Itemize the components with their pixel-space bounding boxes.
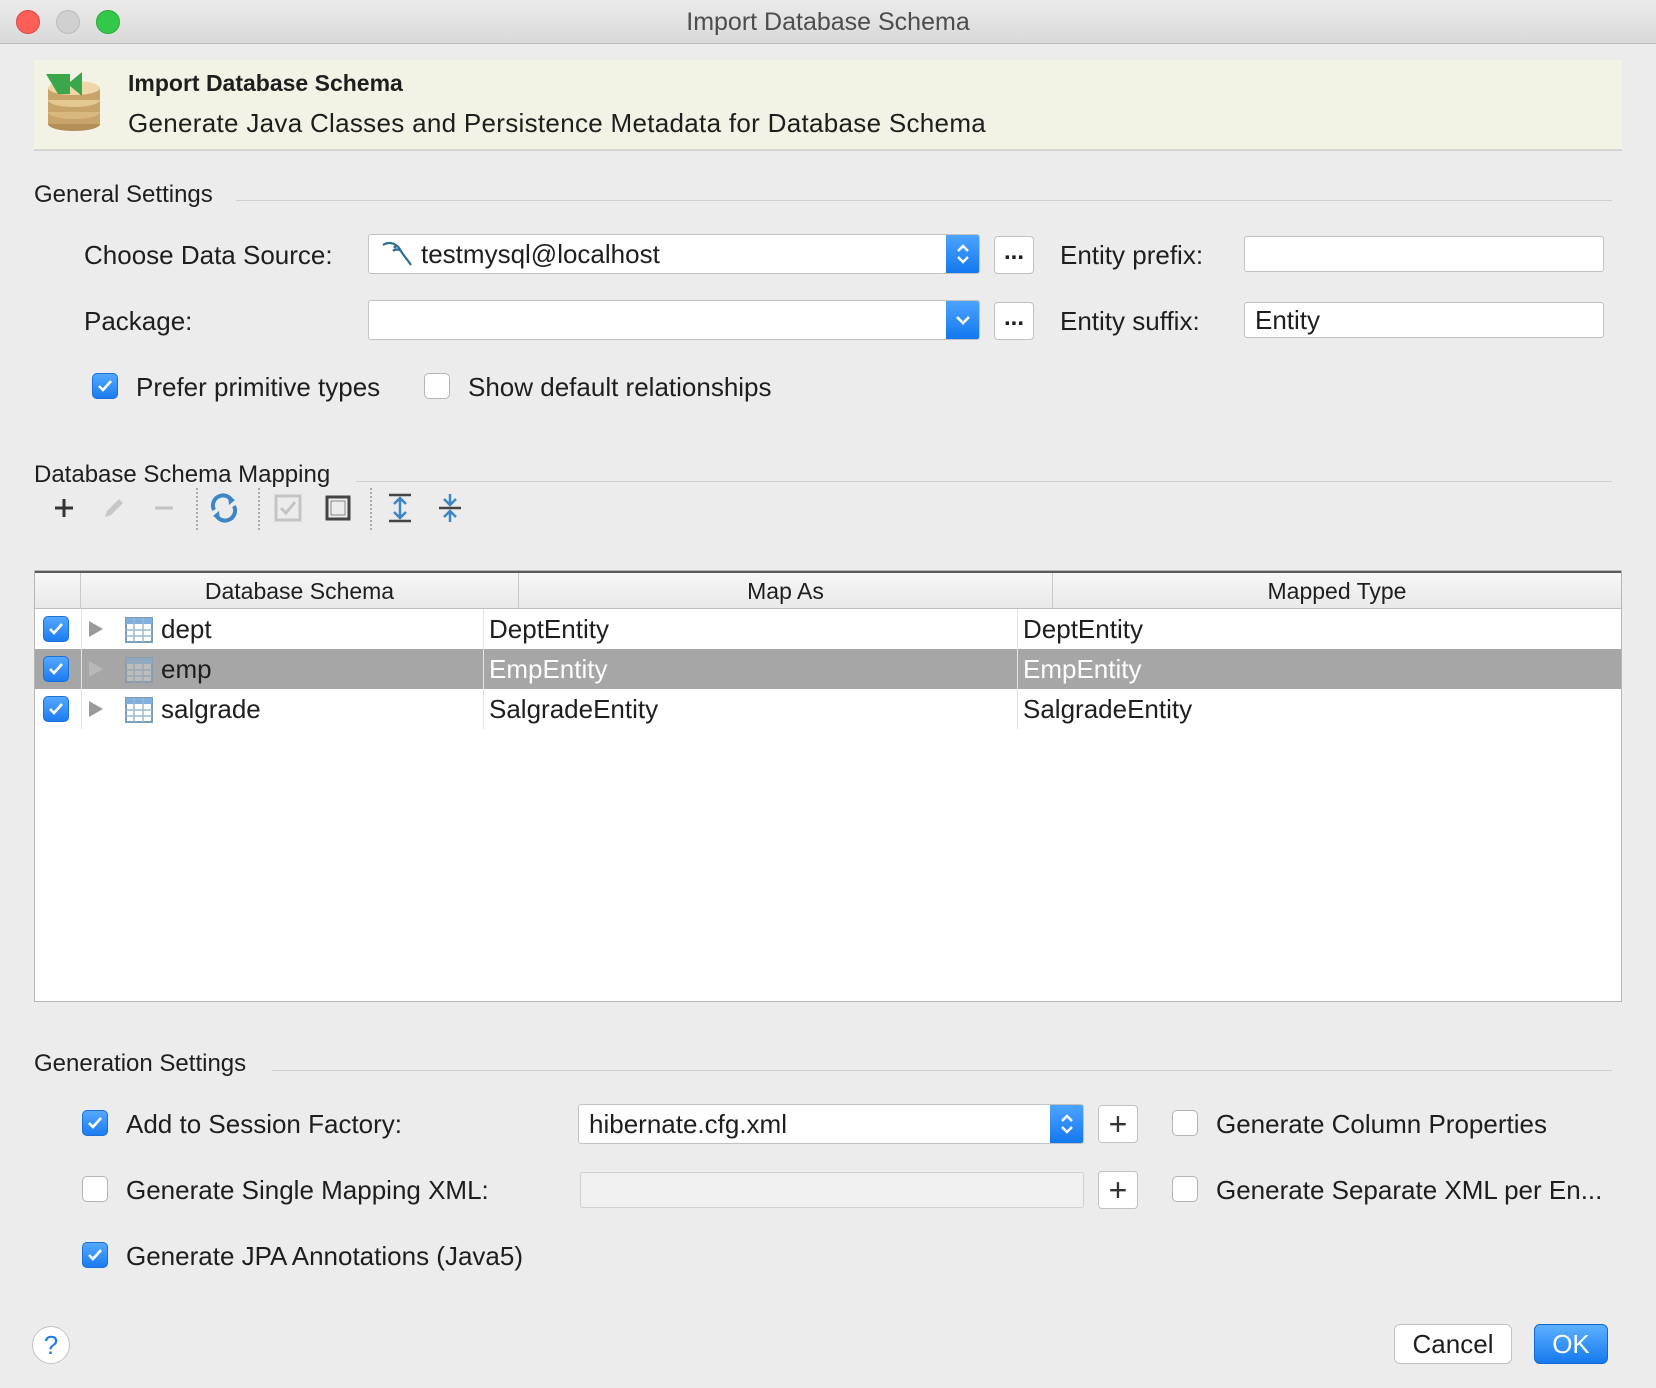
add-session-factory-checkbox[interactable] [82, 1110, 108, 1136]
section-divider [272, 1070, 1612, 1071]
map-as-value[interactable]: SalgradeEntity [489, 689, 658, 729]
expand-arrow-icon[interactable] [89, 701, 103, 717]
column-divider [1017, 609, 1018, 729]
entity-prefix-input[interactable] [1244, 236, 1604, 272]
column-divider [81, 609, 82, 729]
checkmark-icon [98, 380, 112, 392]
browse-data-source-button[interactable]: ... [994, 236, 1034, 274]
table-icon [125, 657, 153, 688]
column-divider [483, 609, 484, 729]
header-banner: Import Database Schema Generate Java Cla… [34, 60, 1622, 151]
toolbar-separator [370, 488, 372, 530]
cancel-button[interactable]: Cancel [1394, 1324, 1512, 1364]
add-session-factory-label: Add to Session Factory: [126, 1109, 403, 1139]
package-label: Package: [84, 306, 193, 336]
schema-name: dept [161, 614, 212, 644]
schema-mapping-table[interactable]: Database Schema Map As Mapped Type dept … [34, 570, 1622, 1002]
mapped-type-value[interactable]: DeptEntity [1023, 609, 1143, 649]
help-button[interactable]: ? [32, 1326, 70, 1364]
select-all-icon[interactable] [270, 490, 306, 526]
table-icon [125, 617, 153, 648]
expand-all-icon[interactable] [382, 490, 418, 526]
map-as-value[interactable]: EmpEntity [489, 649, 608, 689]
window-title: Import Database Schema [686, 8, 970, 36]
checkbox-column-header [35, 573, 81, 609]
checkmark-icon [49, 703, 63, 715]
collapse-all-icon[interactable] [432, 490, 468, 526]
separate-xml-label: Generate Separate XML per En... [1216, 1175, 1603, 1205]
mapped-type-value[interactable]: EmpEntity [1023, 649, 1142, 689]
toolbar-separator [196, 488, 198, 530]
column-header-map-as[interactable]: Map As [519, 573, 1053, 609]
import-schema-dialog: Import Database Schema Import Database S… [0, 0, 1656, 1388]
browse-package-button[interactable]: ... [994, 302, 1034, 340]
expand-arrow-icon[interactable] [89, 621, 103, 637]
generation-settings-title: Generation Settings [34, 1050, 247, 1077]
single-mapping-xml-input[interactable] [580, 1172, 1084, 1208]
single-mapping-xml-checkbox[interactable] [82, 1176, 108, 1202]
entity-prefix-label: Entity prefix: [1060, 240, 1204, 270]
column-header-mapped-type[interactable]: Mapped Type [1053, 573, 1621, 609]
title-bar: Import Database Schema [0, 0, 1656, 44]
general-settings-title: General Settings [34, 181, 213, 208]
expand-arrow-icon[interactable] [89, 661, 103, 677]
checkmark-icon [88, 1249, 102, 1261]
toolbar-separator [258, 488, 260, 530]
ok-button[interactable]: OK [1534, 1324, 1608, 1364]
table-icon [125, 697, 153, 728]
up-down-chevron-icon[interactable] [946, 235, 979, 273]
entity-suffix-input[interactable]: Entity [1244, 302, 1604, 338]
refresh-icon[interactable] [206, 490, 242, 526]
column-header-database-schema[interactable]: Database Schema [81, 573, 519, 609]
chevron-down-icon[interactable] [946, 301, 979, 339]
edit-icon[interactable] [96, 490, 132, 526]
session-factory-value: hibernate.cfg.xml [589, 1109, 787, 1139]
generate-column-properties-checkbox[interactable] [1172, 1110, 1198, 1136]
mapped-type-value[interactable]: SalgradeEntity [1023, 689, 1192, 729]
database-import-icon [44, 72, 104, 134]
section-divider [356, 481, 1612, 482]
table-row[interactable]: salgrade SalgradeEntity SalgradeEntity [35, 689, 1621, 729]
session-factory-combo[interactable]: hibernate.cfg.xml [578, 1104, 1084, 1144]
prefer-primitive-label: Prefer primitive types [136, 372, 381, 402]
data-source-combo[interactable]: testmysql@localhost [368, 234, 980, 274]
single-mapping-xml-label: Generate Single Mapping XML: [126, 1175, 489, 1205]
data-source-label: Choose Data Source: [84, 240, 333, 270]
row-checkbox[interactable] [43, 656, 69, 682]
table-row[interactable]: dept DeptEntity DeptEntity [35, 609, 1621, 649]
unselect-all-icon[interactable] [320, 490, 356, 526]
data-source-value: testmysql@localhost [421, 239, 660, 269]
add-icon[interactable] [46, 490, 82, 526]
banner-subtitle: Generate Java Classes and Persistence Me… [128, 108, 987, 138]
separate-xml-checkbox[interactable] [1172, 1176, 1198, 1202]
table-header: Database Schema Map As Mapped Type [35, 571, 1621, 609]
row-checkbox[interactable] [43, 616, 69, 642]
jpa-annotations-checkbox[interactable] [82, 1242, 108, 1268]
section-divider [236, 200, 1612, 201]
show-default-relationships-label: Show default relationships [468, 372, 772, 402]
generate-column-properties-label: Generate Column Properties [1216, 1109, 1547, 1139]
checkmark-icon [49, 663, 63, 675]
mysql-icon [381, 241, 413, 273]
add-session-factory-button[interactable]: + [1098, 1105, 1138, 1143]
banner-title: Import Database Schema [128, 70, 403, 96]
package-combo[interactable] [368, 300, 980, 340]
table-row[interactable]: emp EmpEntity EmpEntity [35, 649, 1621, 689]
jpa-annotations-label: Generate JPA Annotations (Java5) [126, 1241, 523, 1271]
checkmark-icon [88, 1117, 102, 1129]
up-down-chevron-icon[interactable] [1050, 1105, 1083, 1143]
entity-suffix-label: Entity suffix: [1060, 306, 1200, 336]
remove-icon[interactable] [146, 490, 182, 526]
schema-name: emp [161, 654, 212, 684]
checkmark-icon [49, 623, 63, 635]
schema-mapping-title: Database Schema Mapping [34, 461, 331, 488]
add-single-mapping-button[interactable]: + [1098, 1171, 1138, 1209]
schema-name: salgrade [161, 694, 261, 724]
row-checkbox[interactable] [43, 696, 69, 722]
prefer-primitive-checkbox[interactable] [92, 373, 118, 399]
show-default-relationships-checkbox[interactable] [424, 373, 450, 399]
map-as-value[interactable]: DeptEntity [489, 609, 609, 649]
